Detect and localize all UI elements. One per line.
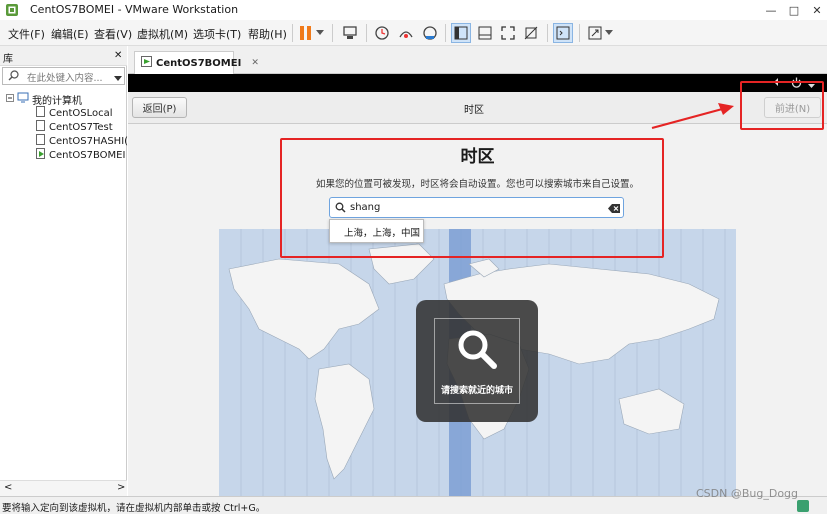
status-message: 要将输入定向到该虚拟机，请在虚拟机内部单击或按 Ctrl+G。	[2, 503, 266, 514]
toolbar-separator	[445, 24, 446, 42]
toolbar-separator	[332, 24, 333, 42]
tab-close-button[interactable]: ✕	[251, 58, 259, 68]
annotation-highlight-next	[740, 81, 824, 130]
back-button[interactable]: 返回(P)	[132, 97, 187, 118]
tab-vm[interactable]: CentOS7BOMEI ✕	[134, 51, 259, 74]
tree-item-vm[interactable]: CentOS7HASHI(	[36, 134, 128, 148]
toolbar-separator	[366, 24, 367, 42]
tree-item-label: CentOSLocal	[49, 107, 113, 119]
device-status-icon[interactable]	[797, 500, 809, 512]
snapshot-icon[interactable]	[372, 23, 392, 43]
watermark: CSDN @Bug_Dogg	[696, 487, 799, 500]
tree-root-label: 我的计算机	[32, 95, 82, 107]
chevron-down-icon[interactable]	[314, 23, 326, 43]
tree-item-label: CentOS7BOMEI	[49, 149, 126, 161]
tree-item-label: CentOS7Test	[49, 121, 113, 133]
fullscreen-icon[interactable]	[498, 23, 518, 43]
scroll-left-arrow[interactable]: <	[4, 482, 12, 493]
library-title: 库	[3, 54, 13, 65]
menu-edit[interactable]: 编辑(E)	[51, 26, 89, 42]
vm-running-icon	[36, 148, 46, 162]
annotation-highlight-search	[280, 138, 664, 258]
toolbar-separator	[292, 24, 293, 42]
library-search-placeholder: 在此处键入内容...	[27, 73, 103, 84]
tree-item-label: CentOS7HASHI(	[49, 135, 129, 147]
installer-header-title: 时区	[464, 105, 484, 116]
chevron-down-icon[interactable]	[114, 72, 122, 85]
tree-item-vm[interactable]: CentOS7Test	[36, 120, 113, 134]
sidebar-view-icon[interactable]	[451, 23, 471, 43]
menu-help[interactable]: 帮助(H)	[248, 26, 287, 42]
search-hint-text: 请搜索就近的城市	[440, 386, 513, 396]
snapshot-manager-icon[interactable]	[420, 23, 440, 43]
annotation-arrow-icon	[651, 103, 734, 130]
vm-icon	[36, 134, 46, 148]
window-title: CentOS7BOMEI - VMware Workstation	[30, 3, 239, 16]
pause-icon[interactable]	[296, 23, 316, 43]
menu-file[interactable]: 文件(F)	[8, 26, 45, 42]
status-bar: 要将输入定向到该虚拟机，请在虚拟机内部单击或按 Ctrl+G。 CSDN @Bu…	[0, 487, 827, 514]
collapse-icon[interactable]	[6, 93, 14, 105]
library-horizontal-scrollbar[interactable]: < >	[0, 480, 127, 496]
vm-icon	[36, 106, 46, 120]
toolbar-separator	[547, 24, 548, 42]
vm-running-icon	[141, 56, 152, 70]
send-keys-icon[interactable]	[340, 23, 360, 43]
tree-item-vm-running[interactable]: CentOS7BOMEI	[36, 148, 125, 162]
scroll-right-arrow[interactable]: >	[117, 482, 125, 493]
vmware-app-icon	[5, 3, 19, 17]
magnifier-icon	[456, 328, 498, 373]
library-search-input[interactable]: 在此处键入内容...	[2, 67, 125, 85]
close-window-button[interactable]: ✕	[803, 0, 827, 20]
library-close-button[interactable]: ✕	[114, 50, 122, 61]
tree-item-vm[interactable]: CentOSLocal	[36, 106, 113, 120]
search-icon	[8, 70, 19, 84]
chevron-down-icon[interactable]	[603, 23, 615, 43]
console-view-icon[interactable]	[475, 23, 495, 43]
terminal-icon[interactable]	[553, 23, 573, 43]
toolbar-separator	[579, 24, 580, 42]
menubar: 文件(F) 编辑(E) 查看(V) 虚拟机(M) 选项卡(T) 帮助(H)	[0, 20, 827, 46]
menu-view[interactable]: 查看(V)	[94, 26, 132, 42]
search-hint-card: 请搜索就近的城市	[416, 300, 538, 422]
window-titlebar: CentOS7BOMEI - VMware Workstation — □ ✕	[0, 0, 827, 20]
menu-vm[interactable]: 虚拟机(M)	[137, 26, 188, 42]
library-header: 库 ✕	[0, 46, 127, 66]
library-panel: 库 ✕ 在此处键入内容... 我的计算机 CentOSLocal CentOS7…	[0, 46, 128, 496]
stretch-icon[interactable]	[585, 23, 605, 43]
vm-icon	[36, 120, 46, 134]
guest-topbar	[128, 74, 827, 92]
computer-icon	[17, 92, 29, 106]
menu-tabs[interactable]: 选项卡(T)	[193, 26, 241, 42]
unity-mode-icon[interactable]	[521, 23, 541, 43]
tab-label: CentOS7BOMEI	[156, 57, 242, 69]
tree-root-my-computer[interactable]: 我的计算机	[6, 92, 82, 107]
tab-strip: CentOS7BOMEI ✕	[128, 46, 827, 74]
revert-snapshot-icon[interactable]	[396, 23, 416, 43]
